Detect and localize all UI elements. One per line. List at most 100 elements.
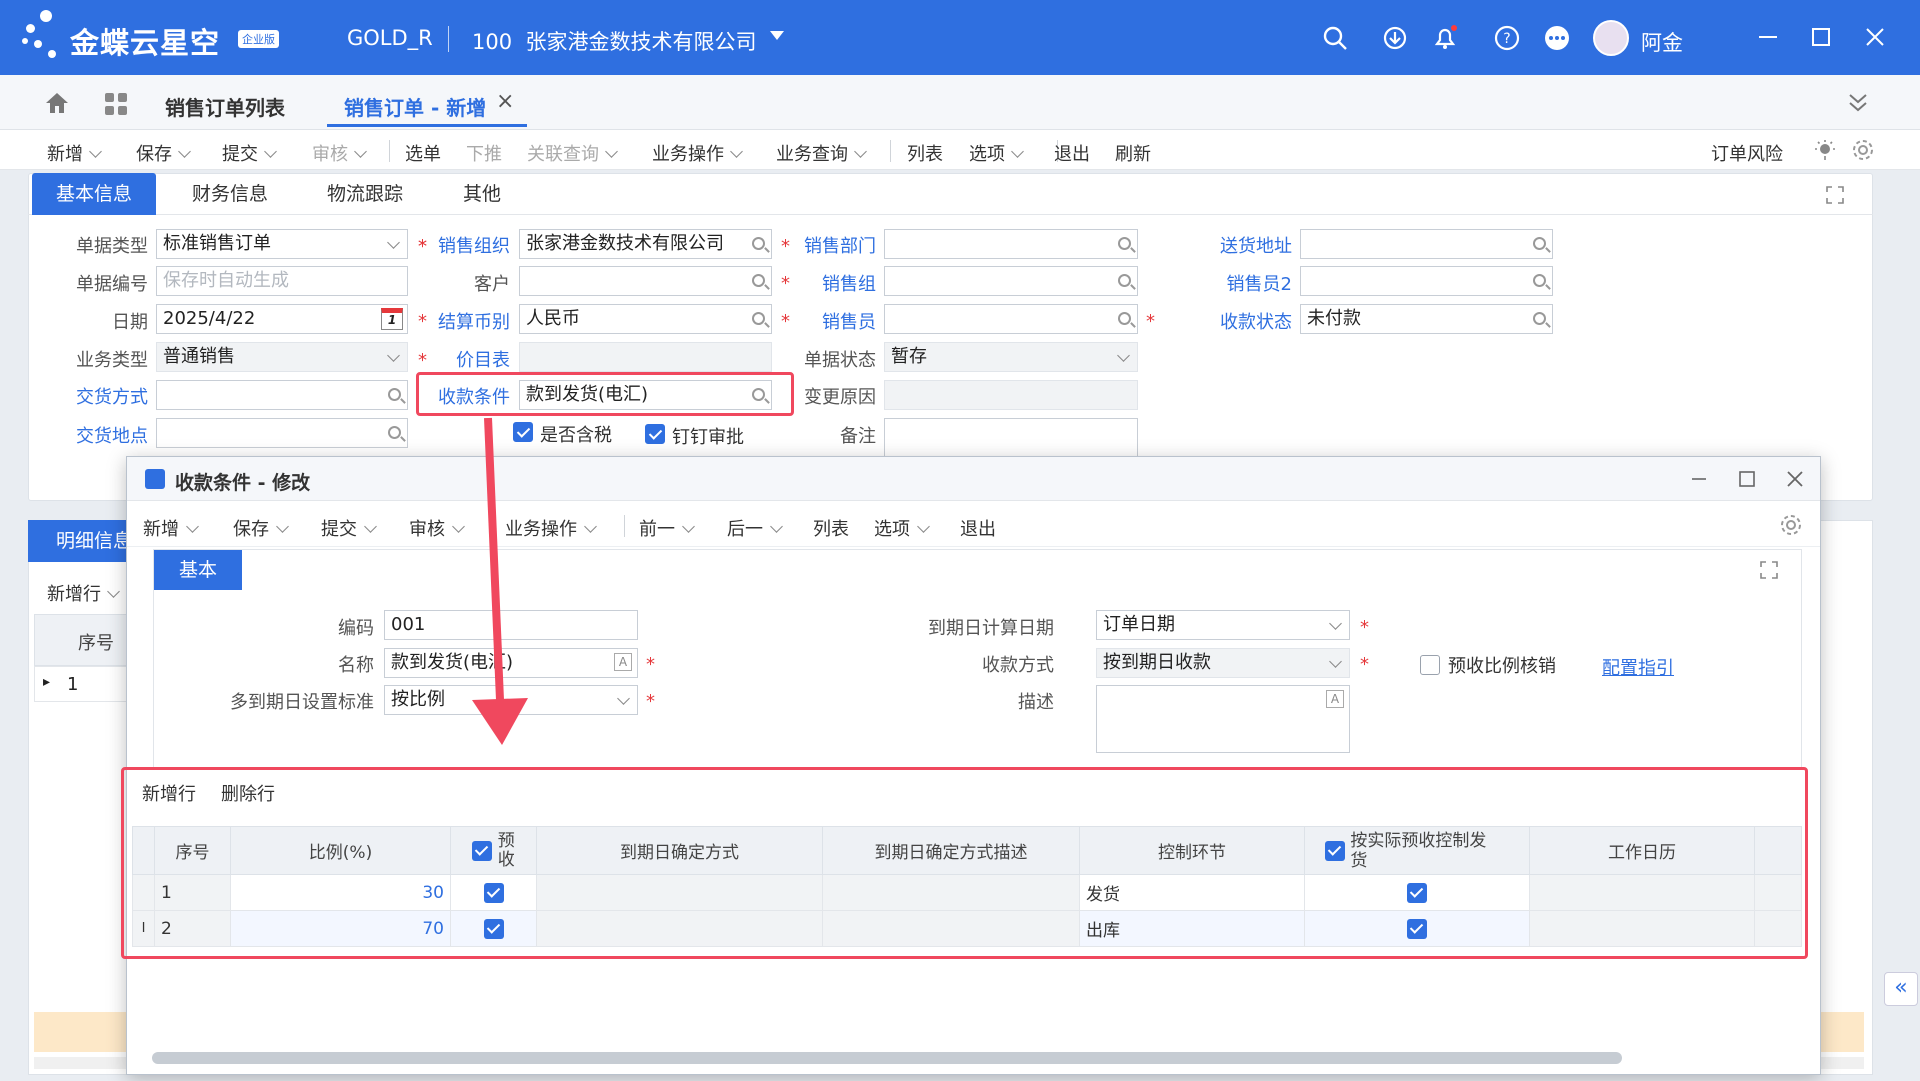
search-icon[interactable] — [388, 388, 401, 401]
dialog-titlebar[interactable]: 收款条件 - 修改 — [127, 457, 1820, 501]
sales-org-input[interactable]: 张家港金数技术有限公司 — [519, 229, 772, 259]
detail-row[interactable]: ▸ 1 — [34, 666, 128, 702]
toolbar-submit[interactable]: 提交 — [222, 140, 277, 166]
currency-label[interactable]: 结算币别 — [428, 308, 510, 334]
sales-group-input[interactable] — [884, 266, 1138, 296]
download-icon[interactable] — [1381, 24, 1409, 52]
dialog-toolbar-audit[interactable]: 审核 — [409, 515, 465, 541]
toolbar-options[interactable]: 选项 — [969, 140, 1024, 166]
prepay-ratio-checkbox[interactable] — [1420, 655, 1440, 675]
apps-grid-icon[interactable] — [104, 92, 128, 116]
biz-type-select[interactable]: 普通销售 — [156, 342, 408, 372]
search-icon[interactable] — [752, 237, 765, 250]
tab-close-icon[interactable]: × — [496, 89, 514, 114]
dialog-horizontal-scrollbar[interactable] — [152, 1052, 1622, 1064]
toolbar-related-query[interactable]: 关联查询 — [527, 140, 618, 166]
dialog-toolbar-business-ops[interactable]: 业务操作 — [505, 515, 597, 541]
toolbar-refresh[interactable]: 刷新 — [1115, 140, 1151, 166]
subtab-finance-info[interactable]: 财务信息 — [192, 173, 268, 215]
detail-add-row[interactable]: 新增行 — [47, 580, 120, 606]
customer-input[interactable] — [519, 266, 772, 296]
collapse-panel-icon[interactable]: « — [1884, 972, 1918, 1006]
search-icon[interactable] — [1321, 24, 1349, 52]
name-input[interactable]: 款到发货(电汇) A — [384, 648, 638, 678]
price-list-label[interactable]: 价目表 — [428, 346, 510, 372]
tax-included-checkbox[interactable] — [513, 422, 533, 442]
date-input[interactable]: 2025/4/22 1 — [156, 304, 408, 334]
code-input[interactable]: 001 — [384, 610, 638, 640]
dialog-expand-icon[interactable] — [1759, 560, 1779, 580]
doc-status-select[interactable]: 暂存 — [884, 342, 1138, 372]
tab-sales-order-list[interactable]: 销售订单列表 — [165, 92, 285, 121]
search-icon[interactable] — [1533, 312, 1546, 325]
user-name[interactable]: 阿金 — [1641, 27, 1683, 57]
dialog-close-icon[interactable] — [1781, 465, 1809, 493]
dialog-toolbar-exit[interactable]: 退出 — [960, 515, 996, 541]
dialog-settings-gear-icon[interactable] — [1779, 513, 1803, 537]
remark-input[interactable] — [884, 418, 1138, 458]
dialog-subtab-basic[interactable]: 基本 — [154, 550, 242, 590]
org-selector[interactable]: 100 张家港金数技术有限公司 — [472, 26, 756, 56]
receipt-status-label[interactable]: 收款状态 — [1200, 308, 1292, 334]
calendar-icon[interactable]: 1 — [381, 308, 403, 330]
toolbar-new[interactable]: 新增 — [47, 140, 102, 166]
doc-type-select[interactable]: 标准销售订单 — [156, 229, 408, 259]
dialog-toolbar-next[interactable]: 后一 — [727, 515, 783, 541]
dialog-toolbar-save[interactable]: 保存 — [233, 515, 289, 541]
account-name[interactable]: GOLD_R — [347, 26, 433, 50]
subtab-logistics[interactable]: 物流跟踪 — [327, 173, 403, 215]
search-icon[interactable] — [1533, 237, 1546, 250]
search-icon[interactable] — [1118, 312, 1131, 325]
doc-no-input[interactable]: 保存时自动生成 — [156, 266, 408, 296]
dialog-toolbar-options[interactable]: 选项 — [874, 515, 930, 541]
org-dropdown-icon[interactable] — [770, 31, 784, 40]
minimize-icon[interactable] — [1753, 22, 1783, 52]
sales-dept-label[interactable]: 销售部门 — [790, 232, 876, 258]
toolbar-business-query[interactable]: 业务查询 — [776, 140, 867, 166]
salesperson-input[interactable] — [884, 304, 1138, 334]
ship-address-input[interactable] — [1300, 229, 1553, 259]
tab-sales-order-new[interactable]: 销售订单 - 新增 — [344, 92, 486, 121]
salesperson-label[interactable]: 销售员 — [790, 308, 876, 334]
search-icon[interactable] — [1118, 274, 1131, 287]
toolbar-order-risk[interactable]: 订单风险 — [1711, 140, 1783, 166]
salesperson2-label[interactable]: 销售员2 — [1200, 270, 1292, 296]
search-icon[interactable] — [752, 312, 765, 325]
delivery-place-label[interactable]: 交货地点 — [70, 422, 148, 448]
more-icon[interactable] — [1543, 24, 1571, 52]
user-avatar[interactable] — [1593, 20, 1629, 56]
delivery-place-input[interactable] — [156, 418, 408, 448]
home-icon[interactable] — [44, 91, 70, 115]
bulb-icon[interactable] — [1814, 139, 1836, 161]
currency-input[interactable]: 人民币 — [519, 304, 772, 334]
delivery-method-input[interactable] — [156, 380, 408, 410]
change-reason-input[interactable] — [884, 380, 1138, 410]
search-icon[interactable] — [1118, 237, 1131, 250]
sales-dept-input[interactable] — [884, 229, 1138, 259]
receipt-status-input[interactable]: 未付款 — [1300, 304, 1553, 334]
sales-group-label[interactable]: 销售组 — [790, 270, 876, 296]
search-icon[interactable] — [752, 274, 765, 287]
settings-gear-icon[interactable] — [1851, 138, 1875, 162]
config-guide-link[interactable]: 配置指引 — [1602, 654, 1674, 680]
toolbar-audit[interactable]: 审核 — [312, 140, 367, 166]
toolbar-business-ops[interactable]: 业务操作 — [652, 140, 743, 166]
delivery-method-label[interactable]: 交货方式 — [70, 383, 148, 409]
salesperson2-input[interactable] — [1300, 266, 1553, 296]
toolbar-save[interactable]: 保存 — [136, 140, 191, 166]
help-icon[interactable]: ? — [1493, 24, 1521, 52]
multilang-icon[interactable]: A — [614, 653, 632, 671]
dialog-toolbar-new[interactable]: 新增 — [143, 515, 199, 541]
dialog-maximize-icon[interactable] — [1733, 465, 1761, 493]
receipt-method-select[interactable]: 按到期日收款 — [1096, 648, 1350, 678]
toolbar-exit[interactable]: 退出 — [1054, 140, 1090, 166]
close-icon[interactable] — [1860, 22, 1890, 52]
search-icon[interactable] — [388, 426, 401, 439]
multi-due-select[interactable]: 按比例 — [384, 685, 638, 715]
due-calc-date-select[interactable]: 订单日期 — [1096, 610, 1350, 640]
expand-icon[interactable] — [1825, 185, 1845, 205]
toolbar-push-down[interactable]: 下推 — [466, 140, 502, 166]
price-list-input[interactable] — [519, 342, 772, 372]
description-input[interactable]: A — [1096, 685, 1350, 753]
maximize-icon[interactable] — [1806, 22, 1836, 52]
